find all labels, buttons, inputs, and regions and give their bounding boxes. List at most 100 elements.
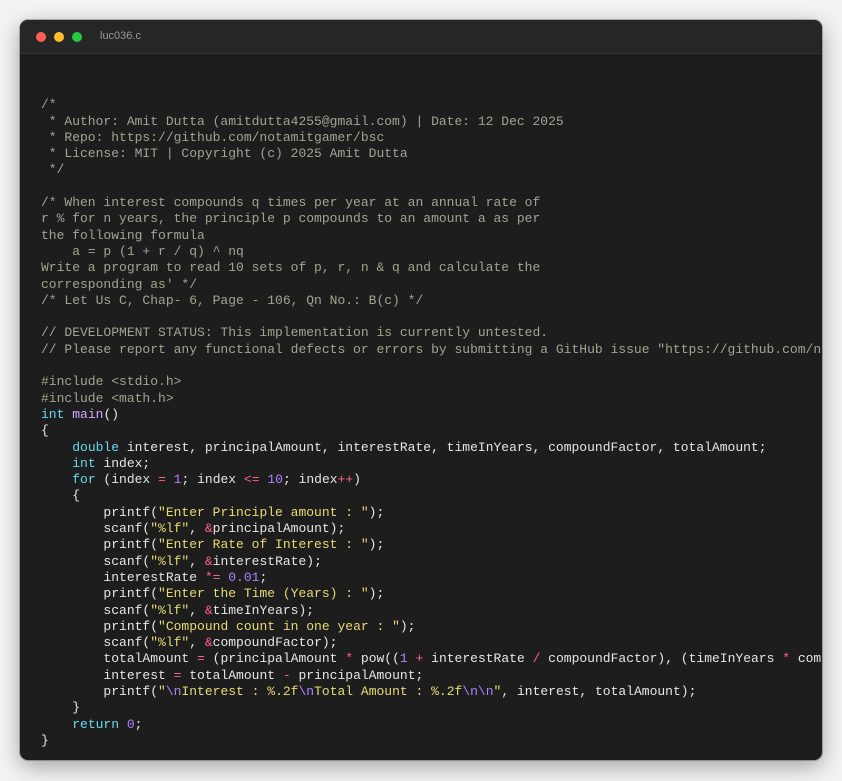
code-line: the following formula xyxy=(41,228,822,244)
code-token-plain: ; index xyxy=(181,472,244,488)
code-line: for (index = 1; index <= 10; index++) xyxy=(41,472,822,488)
code-token-amp: & xyxy=(204,635,213,651)
code-token-str: "%lf" xyxy=(150,553,190,569)
code-line: return 0; xyxy=(41,717,822,733)
code-line: * Repo: https://github.com/notamitgamer/… xyxy=(41,130,822,146)
code-line: #include <math.h> xyxy=(41,391,822,407)
code-line: double interest, principalAmount, intere… xyxy=(41,440,822,456)
code-token-plain: ) xyxy=(353,472,361,488)
code-token-comment: // DEVELOPMENT STATUS: This implementati… xyxy=(41,325,549,341)
code-token-plain: principalAmount); xyxy=(212,521,346,537)
close-window-icon[interactable] xyxy=(36,32,46,42)
code-view[interactable]: /* * Author: Amit Dutta (amitdutta4255@g… xyxy=(41,81,822,749)
code-token-fn: main xyxy=(72,406,104,422)
code-line: */ xyxy=(41,162,822,178)
code-line: #include <stdio.h> xyxy=(41,374,822,390)
code-line: printf("Enter Rate of Interest : "); xyxy=(41,537,822,553)
code-line: interest = totalAmount - principalAmount… xyxy=(41,668,822,684)
code-token-op: ++ xyxy=(337,472,354,488)
code-token-plain: printf( xyxy=(41,586,159,602)
maximize-window-icon[interactable] xyxy=(72,32,82,42)
code-token-plain: interestRate xyxy=(41,569,205,585)
code-token-str: Interest : %.2f xyxy=(181,683,299,699)
code-token-plain: printf( xyxy=(41,618,159,634)
code-token-plain: scanf( xyxy=(41,602,151,618)
code-token-op: *= xyxy=(204,569,221,585)
code-line: totalAmount = (principalAmount * pow((1 … xyxy=(41,651,822,667)
code-token-plain: compoundFactor), (timeInYears xyxy=(540,651,783,667)
code-token-plain: , xyxy=(189,553,205,569)
code-token-plain: printf( xyxy=(41,504,159,520)
code-line: // Please report any functional defects … xyxy=(41,342,822,358)
code-token-comment: /* Let Us C, Chap- 6, Page - 106, Qn No.… xyxy=(41,292,424,308)
code-line: printf("Enter the Time (Years) : "); xyxy=(41,586,822,602)
code-token-plain: index; xyxy=(95,455,151,471)
code-token-kw: int xyxy=(72,455,96,471)
code-token-kw: for xyxy=(72,472,96,488)
code-line: * License: MIT | Copyright (c) 2025 Amit… xyxy=(41,146,822,162)
code-token-esc: \n\n xyxy=(462,683,494,699)
code-token-plain: ); xyxy=(399,618,416,634)
code-token-plain: interest xyxy=(41,667,174,683)
code-token-plain: pow(( xyxy=(353,651,400,667)
code-token-op: = xyxy=(197,651,205,667)
code-token-kw: int xyxy=(41,406,65,422)
code-token-str: "%lf" xyxy=(150,635,190,651)
code-token-num: 0 xyxy=(126,716,135,732)
code-token-plain: compoundFactor))); xyxy=(797,651,822,667)
code-line: /* Let Us C, Chap- 6, Page - 106, Qn No.… xyxy=(41,293,822,309)
code-token-comment: /* xyxy=(41,97,57,113)
code-token-comment: r % for n years, the principle p compoun… xyxy=(41,211,541,227)
code-token-plain: , interest, totalAmount); xyxy=(501,683,697,699)
code-token-op: = xyxy=(158,472,166,488)
code-line: printf("Enter Principle amount : "); xyxy=(41,505,822,521)
code-token-str: " xyxy=(158,683,166,699)
code-token-op: - xyxy=(282,667,291,683)
code-token-str: "%lf" xyxy=(150,602,190,618)
code-line: corresponding as' */ xyxy=(41,277,822,293)
code-token-plain: timeInYears); xyxy=(212,602,315,618)
code-line: * Author: Amit Dutta (amitdutta4255@gmai… xyxy=(41,114,822,130)
code-token-plain: () xyxy=(103,406,120,422)
code-token-op: * xyxy=(782,651,791,667)
code-token-plain: totalAmount xyxy=(181,667,283,683)
code-token-amp: & xyxy=(204,553,213,569)
code-token-str: "Enter Principle amount : " xyxy=(158,504,369,520)
code-token-str: "Enter the Time (Years) : " xyxy=(158,586,369,602)
code-token-plain: interestRate xyxy=(423,651,533,667)
code-token-op: * xyxy=(345,651,354,667)
code-token-amp: & xyxy=(204,602,213,618)
code-token-plain: } xyxy=(41,732,49,748)
code-token-plain: ; xyxy=(134,716,143,732)
code-token-num: 10 xyxy=(267,472,283,488)
code-token-comment: * Repo: https://github.com/notamitgamer/… xyxy=(41,129,385,145)
code-token-kw: return xyxy=(72,716,120,732)
code-line: r % for n years, the principle p compoun… xyxy=(41,211,822,227)
code-token-comment: * Author: Amit Dutta (amitdutta4255@gmai… xyxy=(41,113,564,129)
code-token-plain: ; xyxy=(259,569,268,585)
code-token-comment: * License: MIT | Copyright (c) 2025 Amit… xyxy=(41,146,408,162)
code-token-plain: , xyxy=(189,602,205,618)
minimize-window-icon[interactable] xyxy=(54,32,64,42)
code-token-str: "Compound count in one year : " xyxy=(158,618,400,634)
code-token-num: 0.01 xyxy=(228,569,260,585)
code-token-str: "%lf" xyxy=(150,521,190,537)
code-token-plain: compoundFactor); xyxy=(212,635,338,651)
code-line: } xyxy=(41,733,822,749)
code-token-comment: the following formula xyxy=(41,227,205,243)
code-token-plain: { xyxy=(41,423,49,439)
editor-window: luc036.c /* * Author: Amit Dutta (amitdu… xyxy=(20,20,822,760)
code-token-comment: // Please report any functional defects … xyxy=(41,341,822,357)
code-line: scanf("%lf", &principalAmount); xyxy=(41,521,822,537)
code-token-plain: (index xyxy=(95,472,159,488)
code-token-str: Total Amount : %.2f xyxy=(314,683,463,699)
